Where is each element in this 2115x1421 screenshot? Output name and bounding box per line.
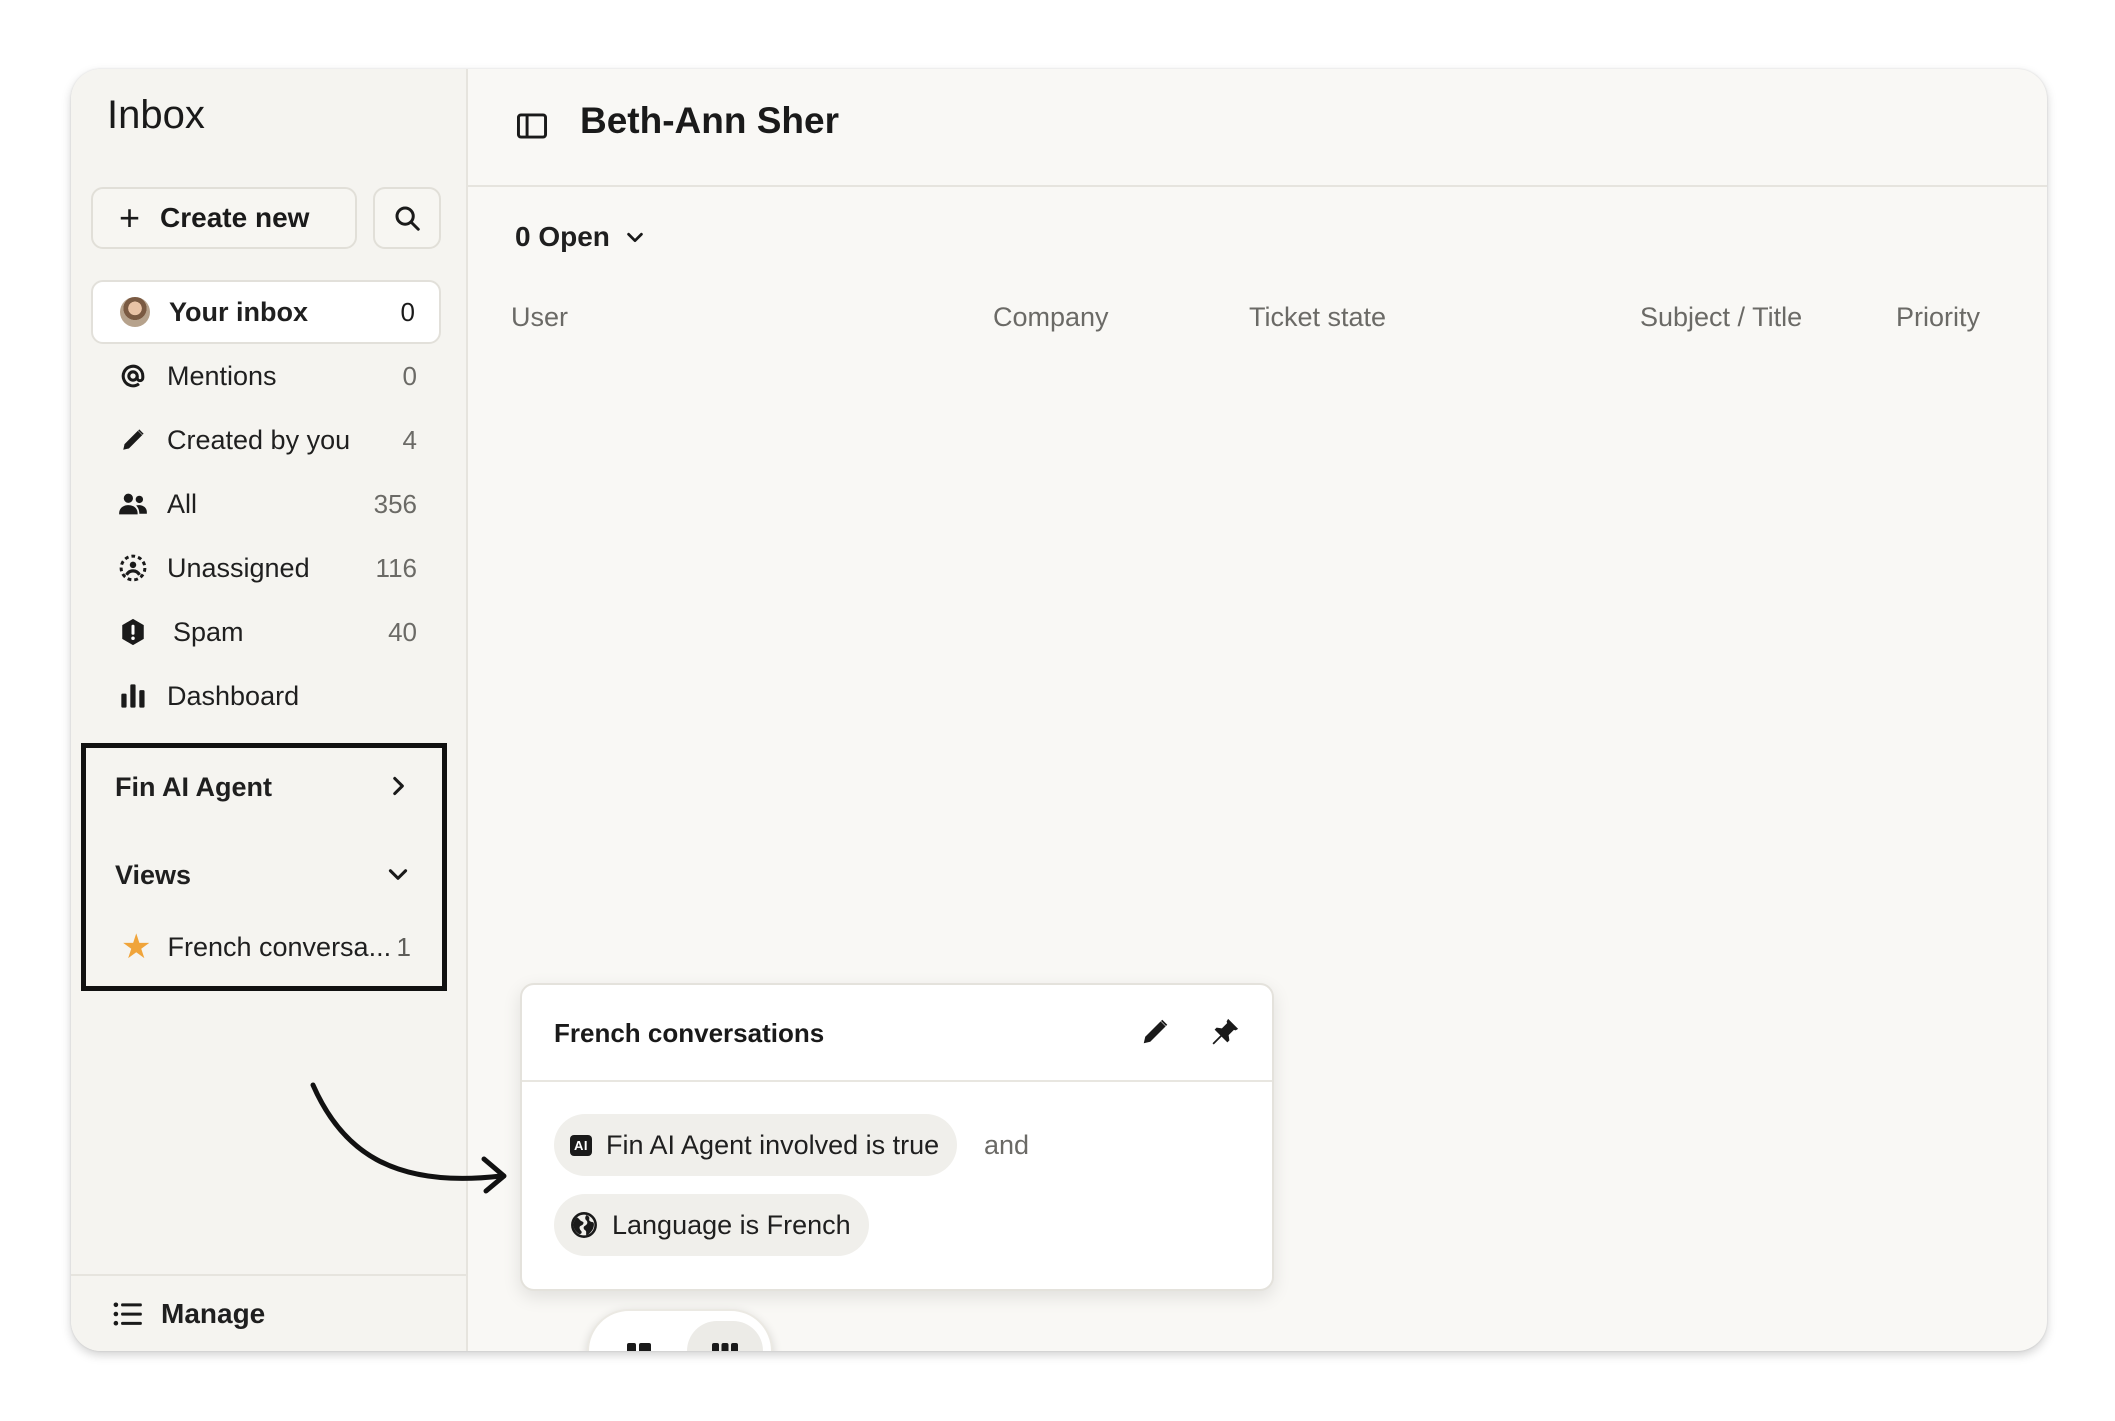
app-window: Inbox + Create new Your inbox 0 Mentions… [71, 69, 2047, 1351]
filter-chip-fin-ai-agent[interactable]: AI Fin AI Agent involved is true [554, 1114, 958, 1176]
sidebar-item-created-by-you[interactable]: Created by you 4 [91, 408, 441, 472]
sidebar-item-label: Your inbox [169, 296, 308, 327]
column-header-subject[interactable]: Subject / Title [1640, 302, 1802, 333]
edit-icon[interactable] [1140, 1017, 1170, 1047]
manage-button[interactable]: Manage [71, 1274, 466, 1351]
search-button[interactable] [373, 187, 441, 249]
layout-columns-button[interactable] [687, 1321, 763, 1351]
sidebar-item-label: Created by you [167, 424, 351, 455]
sidebar-item-count: 40 [388, 616, 417, 647]
layout-split-button[interactable] [603, 1321, 675, 1351]
globe-icon [570, 1211, 598, 1239]
star-icon: ★ [121, 928, 152, 966]
manage-label: Manage [161, 1297, 266, 1329]
sidebar-item-dashboard[interactable]: Dashboard [91, 664, 441, 728]
view-item-count: 1 [396, 931, 411, 962]
sidebar-item-count: 0 [400, 296, 415, 327]
sidebar-item-your-inbox[interactable]: Your inbox 0 [91, 280, 441, 344]
section-label: Views [115, 859, 192, 890]
sidebar-item-count: 116 [375, 552, 417, 583]
layout-toggle [587, 1309, 773, 1351]
section-label: Fin AI Agent [115, 771, 272, 802]
popover-title: French conversations [554, 1018, 825, 1048]
sidebar-title: Inbox [107, 93, 205, 137]
sidebar-item-unassigned[interactable]: Unassigned 116 [91, 536, 441, 600]
column-header-priority[interactable]: Priority [1896, 302, 1980, 333]
sidebar-item-label: All [167, 488, 198, 519]
split-view-icon [627, 1343, 651, 1351]
create-new-label: Create new [160, 202, 310, 233]
plus-icon: + [119, 197, 141, 238]
bar-chart-icon [117, 680, 149, 712]
sidebar-item-spam[interactable]: Spam 40 [91, 600, 441, 664]
open-status-label: 0 Open [515, 221, 610, 252]
filter-chip-label: Fin AI Agent involved is true [606, 1129, 940, 1160]
page-title: Beth-Ann Sher [580, 100, 839, 141]
at-icon [117, 360, 149, 392]
sidebar-item-count: 4 [402, 424, 417, 455]
sidebar: Inbox + Create new Your inbox 0 Mentions… [71, 69, 507, 1351]
list-icon [113, 1301, 143, 1327]
sidebar-item-label: Spam [173, 616, 244, 647]
open-status-dropdown[interactable]: 0 Open [515, 221, 646, 253]
sidebar-item-count: 356 [373, 488, 417, 519]
sidebar-item-count: 0 [402, 360, 417, 391]
avatar [119, 296, 151, 328]
create-new-button[interactable]: + Create new [91, 187, 357, 249]
sidebar-item-label: Unassigned [167, 552, 310, 583]
inbox-nav: Your inbox 0 Mentions 0 Created by you 4 [91, 280, 441, 728]
filter-joiner: and [984, 1130, 1030, 1160]
filter-chip-language[interactable]: Language is French [554, 1194, 869, 1256]
toggle-sidebar-icon[interactable] [516, 111, 548, 141]
unassigned-icon [117, 552, 149, 584]
chevron-right-icon [393, 776, 404, 796]
pin-icon[interactable] [1210, 1017, 1240, 1047]
views-section[interactable]: Views [115, 855, 415, 895]
view-item-label: French conversa... [167, 931, 392, 962]
filter-chip-label: Language is French [612, 1209, 851, 1240]
shield-alert-icon [117, 616, 149, 648]
column-header-company[interactable]: Company [993, 302, 1109, 333]
column-header-ticket-state[interactable]: Ticket state [1249, 302, 1386, 333]
chevron-down-icon [388, 869, 408, 880]
column-header-user[interactable]: User [511, 302, 568, 333]
ai-badge-icon: AI [570, 1134, 592, 1156]
main-header: Beth-Ann Sher [468, 69, 2047, 187]
view-item-french-conversations[interactable]: ★ French conversa... 1 [121, 927, 421, 967]
sidebar-item-all[interactable]: All 356 [91, 472, 441, 536]
popover-header: French conversations [522, 985, 1272, 1082]
sidebar-item-mentions[interactable]: Mentions 0 [91, 344, 441, 408]
sidebar-item-label: Mentions [167, 360, 277, 391]
view-details-popover: French conversations AI Fin AI Agent inv… [520, 983, 1274, 1291]
search-icon [395, 206, 420, 231]
columns-view-icon [712, 1343, 738, 1351]
fin-ai-agent-section[interactable]: Fin AI Agent [115, 767, 415, 807]
pencil-icon [117, 424, 149, 456]
sidebar-item-label: Dashboard [167, 680, 300, 711]
chevron-down-icon [627, 232, 643, 243]
people-icon [117, 488, 149, 520]
